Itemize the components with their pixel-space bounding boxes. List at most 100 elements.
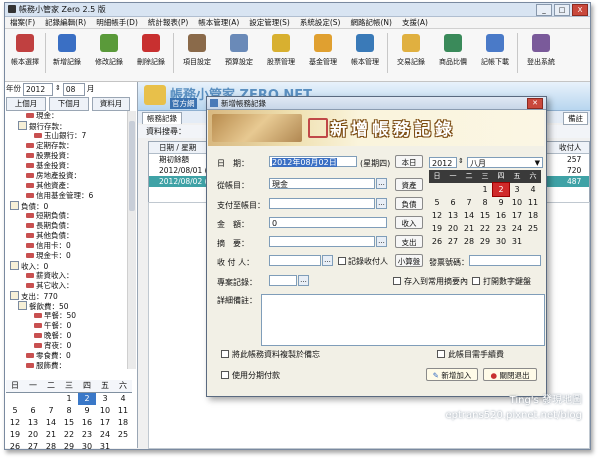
menu-record-edit[interactable]: 記錄編輯(R) <box>40 17 91 28</box>
minimize-button[interactable]: _ <box>536 4 552 16</box>
calendar-day[interactable]: 24 <box>96 429 114 441</box>
calendar-day[interactable]: 14 <box>42 417 60 429</box>
close-exit-button[interactable]: ● 關閉退出 <box>483 368 537 381</box>
copy-memo-checkbox[interactable] <box>221 350 229 358</box>
toolbar-button-4[interactable]: 刪除記錄 <box>131 31 171 77</box>
calendar-day[interactable]: 5 <box>6 405 24 417</box>
calendar-day[interactable]: 14 <box>461 209 477 222</box>
year-spinner[interactable]: 2012 <box>23 83 53 96</box>
tree-item[interactable]: 宵夜：0 <box>34 341 71 351</box>
calendar-day[interactable]: 13 <box>24 417 42 429</box>
calendar-day[interactable]: 1 <box>60 393 78 405</box>
calendar-day[interactable]: 6 <box>445 196 461 209</box>
calendar-day[interactable]: 24 <box>509 222 525 235</box>
calendar-day[interactable]: 29 <box>477 235 493 248</box>
fee-checkbox[interactable] <box>437 350 445 358</box>
calendar-day[interactable]: 5 <box>429 196 445 209</box>
calendar-year-spinner[interactable]: 2012 <box>429 157 457 168</box>
col-payee[interactable]: 收付人 <box>559 142 582 153</box>
month-dropdown[interactable]: 08 <box>62 83 85 96</box>
payee-browse-button[interactable]: ... <box>322 255 333 266</box>
maximize-button[interactable]: □ <box>554 4 570 16</box>
calendar-day[interactable]: 17 <box>509 209 525 222</box>
toolbar-button-10[interactable]: 交易記錄 <box>391 31 431 77</box>
tree-item[interactable]: 負債：0 <box>10 201 48 211</box>
project-browse-button[interactable]: ... <box>298 275 309 286</box>
tree-item[interactable]: 其他負債： <box>26 231 74 241</box>
calendar-day[interactable]: 4 <box>525 183 541 196</box>
next-month-button[interactable]: 下個月 <box>49 97 89 111</box>
calendar-day[interactable]: 25 <box>114 429 132 441</box>
project-field[interactable] <box>269 275 297 286</box>
toolbar-button-5[interactable]: 項目設定 <box>177 31 217 77</box>
year-spin-icon[interactable]: ⇕ <box>458 157 464 165</box>
menu-network[interactable]: 網路記帳(N) <box>346 17 397 28</box>
calendar-day[interactable]: 9 <box>493 196 509 209</box>
memo-textarea[interactable] <box>261 294 545 346</box>
menu-reports[interactable]: 統計報表(P) <box>143 17 193 28</box>
calendar-day[interactable]: 23 <box>493 222 509 235</box>
toolbar-button-12[interactable]: 記帳下載 <box>475 31 515 77</box>
payee-field[interactable] <box>269 255 321 266</box>
calendar-day[interactable]: 18 <box>525 209 541 222</box>
menu-system[interactable]: 系統設定(S) <box>295 17 346 28</box>
calendar-day[interactable]: 10 <box>96 405 114 417</box>
banner-subtitle[interactable]: 官方網 <box>170 98 197 109</box>
calendar-day[interactable]: 7 <box>42 405 60 417</box>
tree-item[interactable]: 信用基金管理：6 <box>26 191 93 201</box>
asset-button[interactable]: 資產 <box>395 178 423 191</box>
tree-item[interactable]: 晚餐：0 <box>34 331 71 341</box>
calculator-button[interactable]: 小算盤 <box>395 254 423 267</box>
menu-detail[interactable]: 明細帳手(D) <box>91 17 143 28</box>
tree-item[interactable]: 現金： <box>26 111 59 121</box>
tree-item[interactable]: 現金卡：0 <box>26 251 71 261</box>
date-field[interactable]: 2012年08月02日 <box>269 156 357 167</box>
calendar-month-dropdown[interactable]: 八月 ▼ <box>467 157 543 168</box>
calendar-day[interactable]: 27 <box>445 235 461 248</box>
save-summary-checkbox[interactable] <box>393 277 401 285</box>
tree-scrollbar[interactable] <box>127 111 136 369</box>
calendar-day[interactable]: 16 <box>78 417 96 429</box>
calendar-day[interactable]: 8 <box>60 405 78 417</box>
calendar-day[interactable]: 2 <box>492 182 510 197</box>
tree-item[interactable]: 早餐：50 <box>34 311 76 321</box>
toolbar-button-7[interactable]: 股票管理 <box>261 31 301 77</box>
tree-item[interactable]: 服飾費： <box>26 361 66 369</box>
calendar-day[interactable]: 12 <box>429 209 445 222</box>
tree-item[interactable]: 長期負債： <box>26 221 74 231</box>
tree-item[interactable]: 薪資收入： <box>26 271 74 281</box>
calendar-day[interactable]: 20 <box>24 429 42 441</box>
calendar-day[interactable]: 30 <box>78 441 96 449</box>
data-month-button[interactable]: 資料月 <box>92 97 130 111</box>
calendar-day[interactable]: 11 <box>525 196 541 209</box>
chevron-down-icon[interactable]: ▼ <box>535 158 540 169</box>
calendar-day[interactable]: 11 <box>114 405 132 417</box>
tree-item[interactable]: 其它收入： <box>26 281 74 291</box>
scrollbar-thumb[interactable] <box>129 121 135 211</box>
calendar-day[interactable]: 31 <box>509 235 525 248</box>
calendar-day[interactable]: 15 <box>60 417 78 429</box>
add-button[interactable]: ✎ 新增加入 <box>426 368 478 381</box>
calendar-day[interactable]: 23 <box>78 429 96 441</box>
tab-memo[interactable]: 備註 <box>563 112 588 125</box>
menu-support[interactable]: 支援(A) <box>397 17 433 28</box>
calendar-day[interactable]: 28 <box>461 235 477 248</box>
menu-settings[interactable]: 設定管理(S) <box>244 17 295 28</box>
calendar-day[interactable]: 7 <box>461 196 477 209</box>
calendar-day[interactable]: 4 <box>114 393 132 405</box>
tree-item[interactable]: 短期負債： <box>26 211 74 221</box>
calendar-day[interactable]: 19 <box>429 222 445 235</box>
calendar-day[interactable]: 3 <box>96 393 114 405</box>
toolbar-button-13[interactable]: 登出系統 <box>521 31 561 77</box>
menu-ledger[interactable]: 帳本管理(A) <box>193 17 244 28</box>
toolbar-button-1[interactable]: 帳本選擇 <box>5 31 45 77</box>
record-payee-checkbox[interactable] <box>338 257 346 265</box>
debit-account-field[interactable]: 現金 <box>269 178 375 189</box>
toolbar-button-11[interactable]: 商品比價 <box>433 31 473 77</box>
income-button[interactable]: 收入 <box>395 216 423 229</box>
calendar-day[interactable]: 22 <box>60 429 78 441</box>
toolbar-button-2[interactable]: 新增記錄 <box>47 31 87 77</box>
tree-item[interactable]: 午餐：0 <box>34 321 71 331</box>
col-date[interactable]: 日期 / 星期 <box>159 142 196 153</box>
calendar-day[interactable]: 8 <box>477 196 493 209</box>
